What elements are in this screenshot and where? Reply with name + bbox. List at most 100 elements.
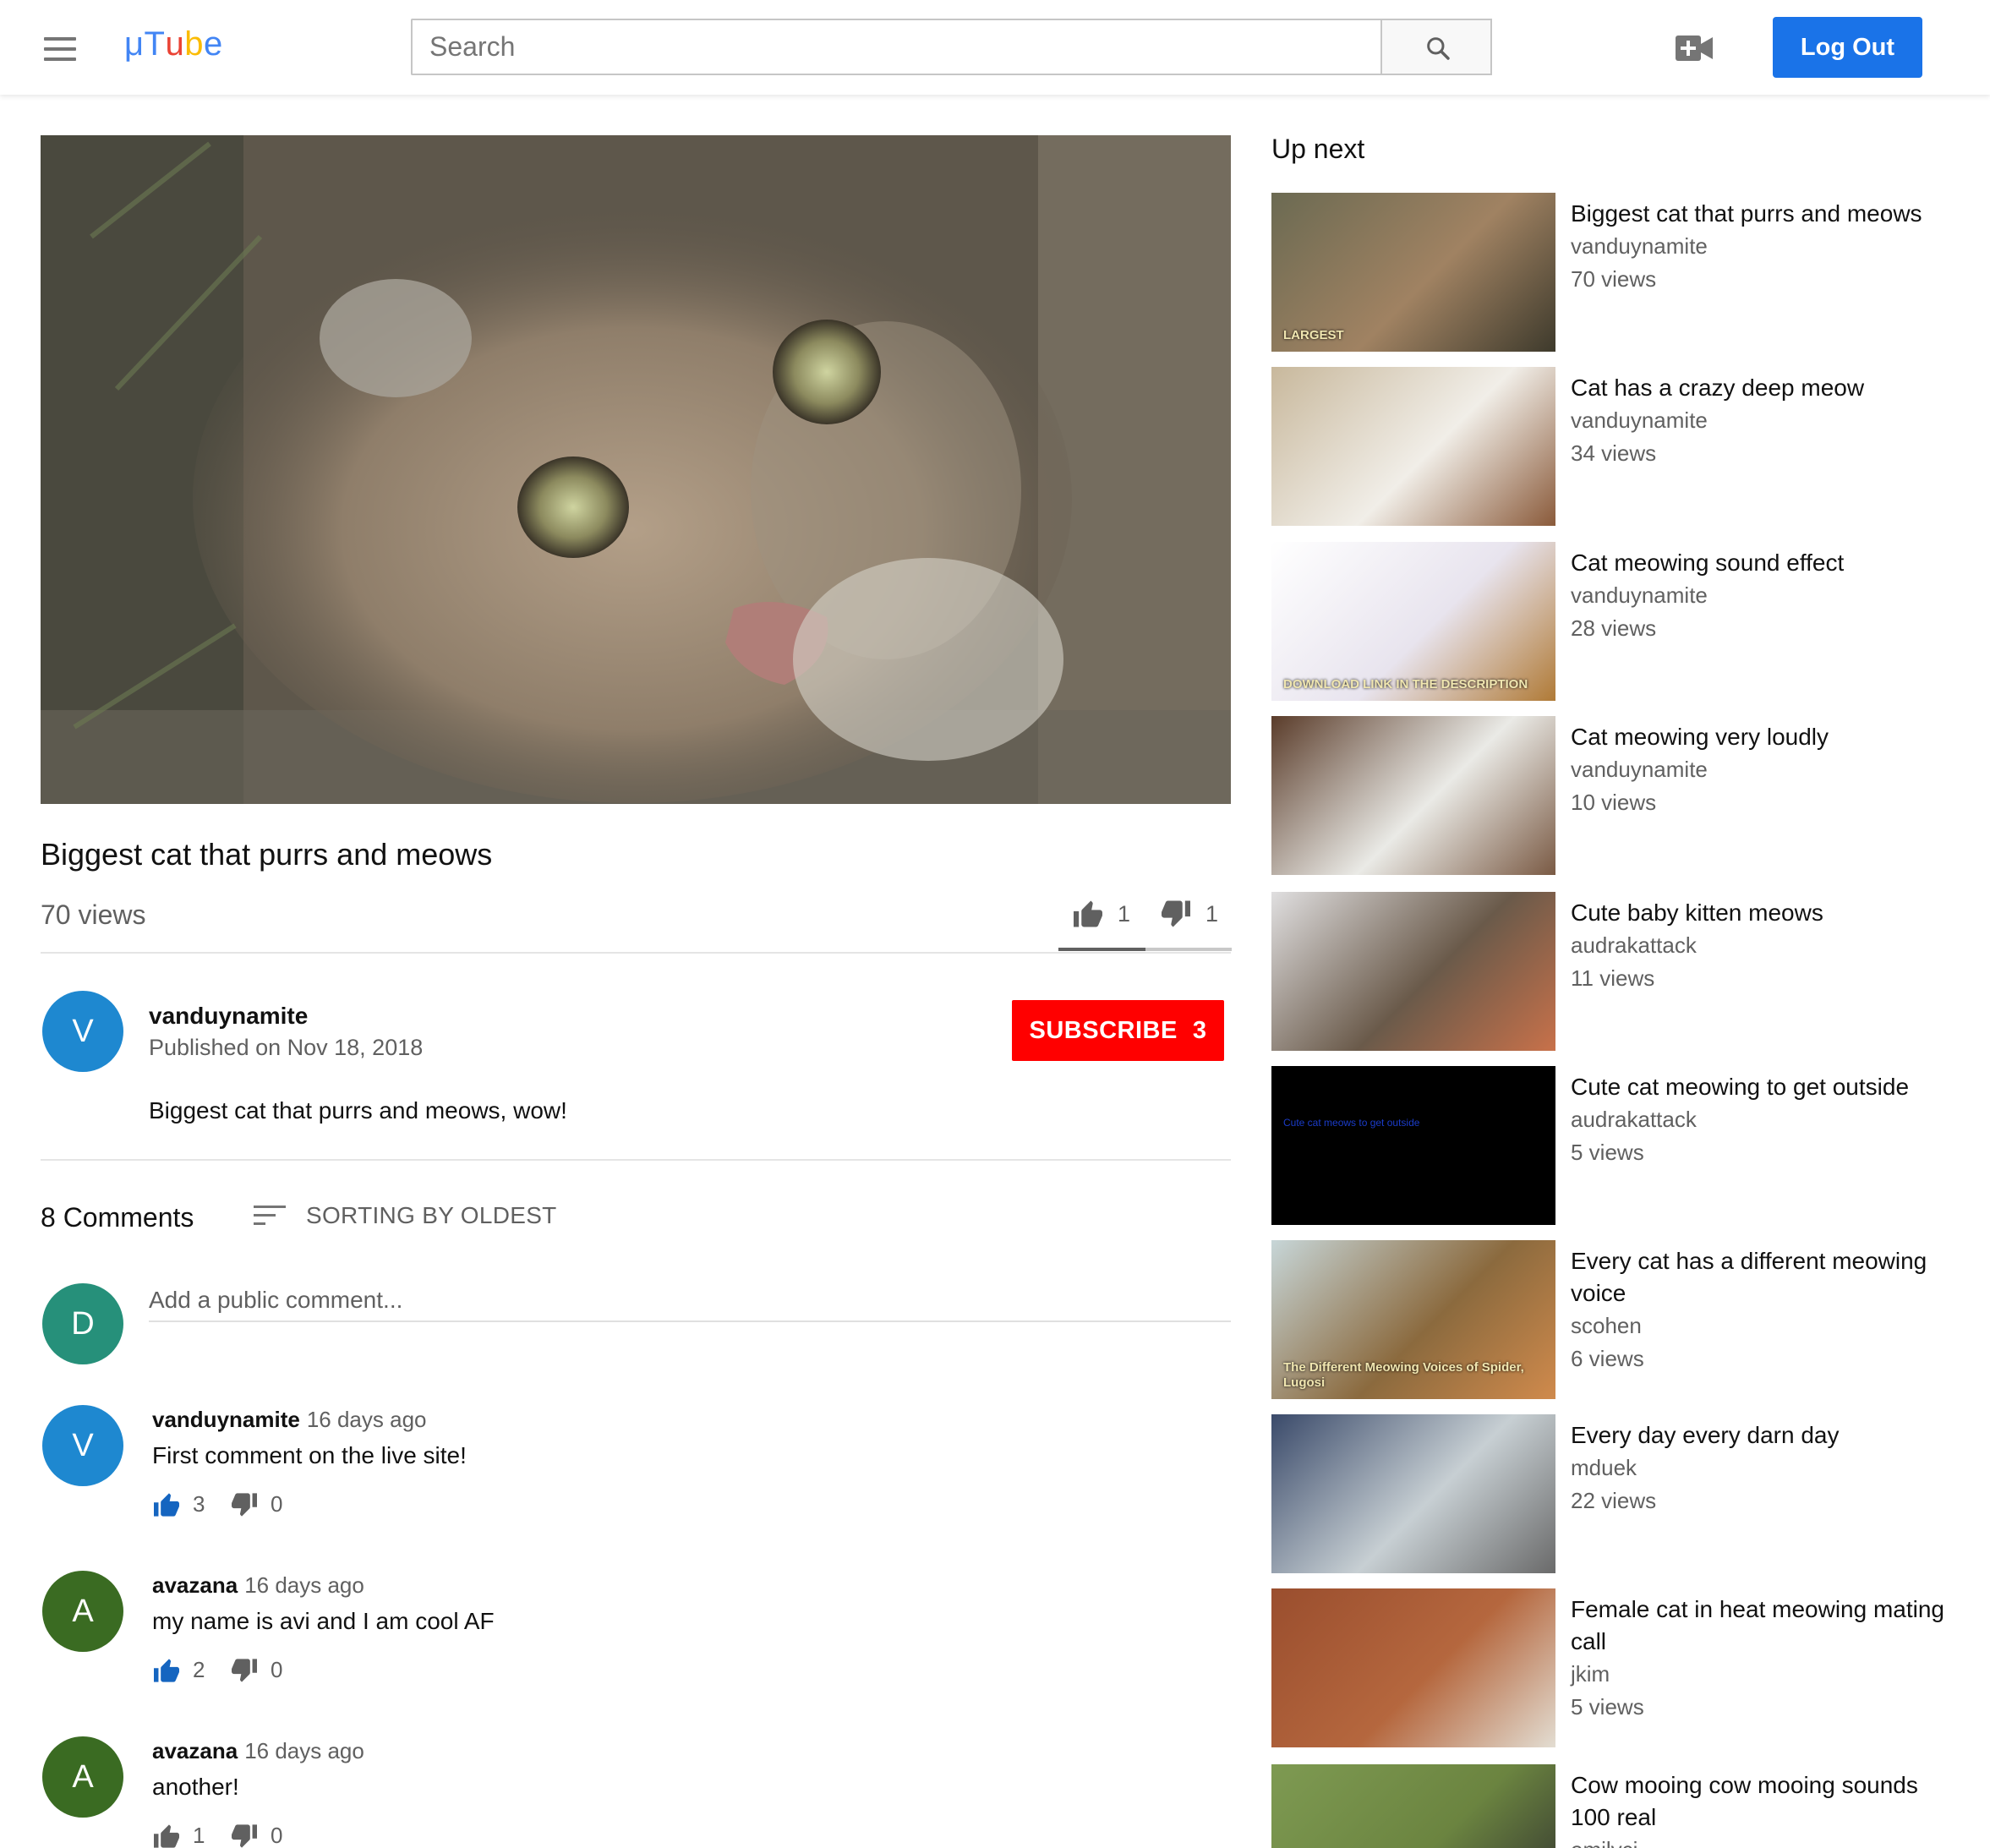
up-next-video[interactable]: Cow mooing cow mooing sounds 100 real emi… bbox=[1271, 1764, 1965, 1848]
thumbs-down-icon bbox=[1162, 900, 1190, 927]
comment-avatar[interactable]: A bbox=[42, 1736, 123, 1818]
comment-like-button[interactable]: 2 bbox=[152, 1657, 205, 1683]
logo-letter: u bbox=[165, 25, 185, 63]
comment-avatar[interactable]: A bbox=[42, 1571, 123, 1652]
up-next-channel: audrakattack bbox=[1571, 932, 1697, 958]
comment-author[interactable]: avazana 16 days ago bbox=[152, 1572, 364, 1599]
up-next-channel: scohen bbox=[1571, 1313, 1642, 1338]
comment-like-button[interactable]: 3 bbox=[152, 1491, 205, 1517]
video-thumbnail[interactable]: The Different Meowing Voices of Spider, … bbox=[1271, 1240, 1555, 1399]
up-next-video[interactable]: Cute baby kitten meows audrakattack 11 vie… bbox=[1271, 892, 1965, 1052]
comment-time: 16 days ago bbox=[244, 1738, 364, 1763]
up-next-title[interactable]: Every day every darn day bbox=[1571, 1422, 1840, 1448]
up-next-channel: jkim bbox=[1571, 1661, 1610, 1687]
video-thumbnail[interactable] bbox=[1271, 1414, 1555, 1573]
up-next-title[interactable]: Female cat in heat meowing mating call bbox=[1571, 1596, 1944, 1654]
comment-like-count: 2 bbox=[193, 1657, 205, 1682]
subscribe-label: SUBSCRIBE bbox=[1029, 1016, 1178, 1044]
video-views: 70 views bbox=[41, 899, 146, 930]
thumbnail-caption: LARGEST bbox=[1283, 328, 1344, 342]
up-next-views: 34 views bbox=[1571, 440, 1657, 466]
channel-avatar[interactable]: V bbox=[42, 991, 123, 1072]
comment-avatar[interactable]: V bbox=[42, 1405, 123, 1486]
comment-like-count: 3 bbox=[193, 1491, 205, 1517]
logo-letter: μ bbox=[124, 25, 145, 63]
video-thumbnail[interactable] bbox=[1271, 367, 1555, 526]
up-next-video[interactable]: Cat has a crazy deep meow vanduynamite 34 … bbox=[1271, 367, 1965, 528]
comment-input[interactable] bbox=[149, 1280, 1231, 1322]
subscriber-count: 3 bbox=[1192, 1016, 1207, 1044]
up-next-video[interactable]: LARGEST Biggest cat that purrs and meows… bbox=[1271, 193, 1965, 353]
published-date: Published on Nov 18, 2018 bbox=[149, 1035, 424, 1060]
thumbs-down-icon bbox=[232, 1823, 257, 1848]
search-input[interactable] bbox=[413, 20, 1380, 74]
video-thumbnail[interactable]: Cute cat meows to get outside bbox=[1271, 1066, 1555, 1225]
up-next-views: 10 views bbox=[1571, 790, 1657, 815]
video-thumbnail[interactable] bbox=[1271, 1764, 1555, 1848]
comment-dislike-button[interactable]: 0 bbox=[230, 1491, 282, 1517]
comment-dislike-button[interactable]: 0 bbox=[230, 1823, 282, 1848]
comment-dislike-count: 0 bbox=[271, 1657, 283, 1682]
comment-like-button[interactable]: 1 bbox=[152, 1823, 205, 1848]
up-next-title[interactable]: Cat meowing very loudly bbox=[1571, 724, 1829, 750]
up-next-title[interactable]: Cat meowing sound effect bbox=[1571, 549, 1844, 576]
video-thumbnail[interactable] bbox=[1271, 1588, 1555, 1747]
sort-icon bbox=[254, 1206, 286, 1225]
like-button[interactable]: 1 bbox=[1072, 899, 1130, 928]
video-thumbnail[interactable]: DOWNLOAD LINK IN THE DESCRIPTION bbox=[1271, 542, 1555, 701]
up-next-heading: Up next bbox=[1271, 134, 1365, 164]
video-upload-icon[interactable] bbox=[1676, 36, 1713, 65]
video-title: Biggest cat that purrs and meows bbox=[41, 837, 493, 872]
video-thumbnail[interactable] bbox=[1271, 716, 1555, 875]
comment-text: First comment on the live site! bbox=[152, 1442, 467, 1468]
video-thumbnail[interactable]: LARGEST bbox=[1271, 193, 1555, 352]
comment-like-count: 1 bbox=[193, 1823, 205, 1848]
top-bar: μTube Log Out bbox=[0, 0, 1990, 95]
comment-time: 16 days ago bbox=[244, 1572, 364, 1598]
search-button[interactable] bbox=[1380, 19, 1492, 75]
thumbs-down-icon bbox=[232, 1492, 257, 1517]
up-next-video[interactable]: The Different Meowing Voices of Spider, … bbox=[1271, 1240, 1965, 1401]
up-next-video[interactable]: Cat meowing very loudly vanduynamite 10 vi… bbox=[1271, 716, 1965, 877]
up-next-title[interactable]: Cat has a crazy deep meow bbox=[1571, 375, 1864, 401]
up-next-views: 5 views bbox=[1571, 1694, 1644, 1720]
dislike-button[interactable]: 1 bbox=[1160, 899, 1218, 928]
comment-dislike-button[interactable]: 0 bbox=[230, 1657, 282, 1683]
up-next-title[interactable]: Biggest cat that purrs and meows bbox=[1571, 200, 1922, 227]
sort-comments-button[interactable]: SORTING BY OLDEST bbox=[254, 1202, 557, 1229]
up-next-views: 5 views bbox=[1571, 1140, 1644, 1165]
up-next-channel: vanduynamite bbox=[1571, 757, 1708, 782]
logo-letter: T bbox=[144, 25, 166, 63]
up-next-video[interactable]: Cute cat meows to get outside Cute cat m… bbox=[1271, 1066, 1965, 1227]
subscribe-button[interactable]: SUBSCRIBE 3 bbox=[1012, 1000, 1224, 1061]
comment-text: another! bbox=[152, 1774, 239, 1800]
comment-author[interactable]: vanduynamite 16 days ago bbox=[152, 1407, 427, 1433]
up-next-video[interactable]: DOWNLOAD LINK IN THE DESCRIPTION Cat meo… bbox=[1271, 542, 1965, 703]
logout-button[interactable]: Log Out bbox=[1773, 17, 1922, 78]
video-player[interactable] bbox=[41, 135, 1231, 804]
up-next-title[interactable]: Cute cat meowing to get outside bbox=[1571, 1074, 1909, 1100]
video-description: Biggest cat that purrs and meows, wow! bbox=[149, 1097, 567, 1124]
comment-dislike-count: 0 bbox=[271, 1491, 283, 1517]
video-frame-image bbox=[41, 135, 1231, 804]
thumbnail-caption: Cute cat meows to get outside bbox=[1283, 1117, 1420, 1129]
up-next-channel: audrakattack bbox=[1571, 1107, 1697, 1132]
video-thumbnail[interactable] bbox=[1271, 892, 1555, 1051]
search-icon bbox=[1427, 37, 1450, 60]
up-next-channel: mduek bbox=[1571, 1455, 1637, 1480]
up-next-title[interactable]: Every cat has a different meowing voice bbox=[1571, 1248, 1927, 1306]
utube-logo[interactable]: μTube bbox=[124, 25, 223, 63]
current-user-avatar: D bbox=[42, 1283, 123, 1364]
up-next-video[interactable]: Female cat in heat meowing mating call jk… bbox=[1271, 1588, 1965, 1749]
logo-letter: e bbox=[203, 25, 223, 63]
up-next-title[interactable]: Cute baby kitten meows bbox=[1571, 899, 1823, 926]
logo-letter: b bbox=[184, 25, 204, 63]
channel-name[interactable]: vanduynamite bbox=[149, 1003, 308, 1030]
up-next-title[interactable]: Cow mooing cow mooing sounds 100 real bbox=[1571, 1772, 1918, 1830]
thumbs-up-icon bbox=[154, 1658, 179, 1682]
thumbs-down-icon bbox=[232, 1658, 257, 1682]
thumbs-up-icon bbox=[1074, 900, 1102, 927]
up-next-video[interactable]: Every day every darn day mduek 22 views bbox=[1271, 1414, 1965, 1575]
comment-author[interactable]: avazana 16 days ago bbox=[152, 1738, 364, 1764]
hamburger-menu-icon[interactable] bbox=[44, 37, 76, 61]
